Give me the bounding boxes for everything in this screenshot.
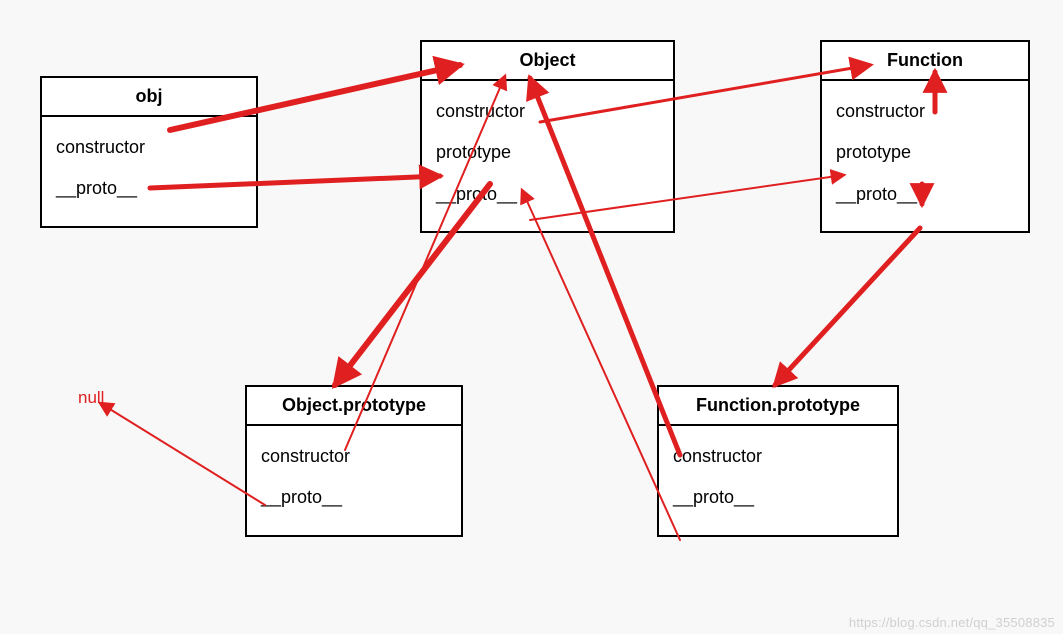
object-prototype: prototype — [436, 132, 659, 173]
box-function-prototype: Function.prototype constructor __proto__ — [657, 385, 899, 537]
function-proto: __proto__ — [836, 174, 1014, 215]
object-constructor: constructor — [436, 91, 659, 132]
function-constructor: constructor — [836, 91, 1014, 132]
arrow — [775, 228, 920, 385]
function-prototype-proto: __proto__ — [673, 477, 883, 518]
obj-proto: __proto__ — [56, 168, 242, 209]
obj-constructor: constructor — [56, 127, 242, 168]
arrow — [100, 403, 265, 505]
box-obj: obj constructor __proto__ — [40, 76, 258, 228]
box-obj-title: obj — [42, 78, 256, 117]
function-prototype: prototype — [836, 132, 1014, 173]
object-proto: __proto__ — [436, 174, 659, 215]
function-prototype-constructor: constructor — [673, 436, 883, 477]
box-object-prototype: Object.prototype constructor __proto__ — [245, 385, 463, 537]
object-prototype-proto: __proto__ — [261, 477, 447, 518]
object-prototype-constructor: constructor — [261, 436, 447, 477]
box-object: Object constructor prototype __proto__ — [420, 40, 675, 233]
box-function: Function constructor prototype __proto__ — [820, 40, 1030, 233]
box-object-title: Object — [422, 42, 673, 81]
null-label: null — [78, 388, 104, 408]
box-object-prototype-title: Object.prototype — [247, 387, 461, 426]
box-function-prototype-title: Function.prototype — [659, 387, 897, 426]
box-function-title: Function — [822, 42, 1028, 81]
watermark: https://blog.csdn.net/qq_35508835 — [849, 615, 1055, 630]
